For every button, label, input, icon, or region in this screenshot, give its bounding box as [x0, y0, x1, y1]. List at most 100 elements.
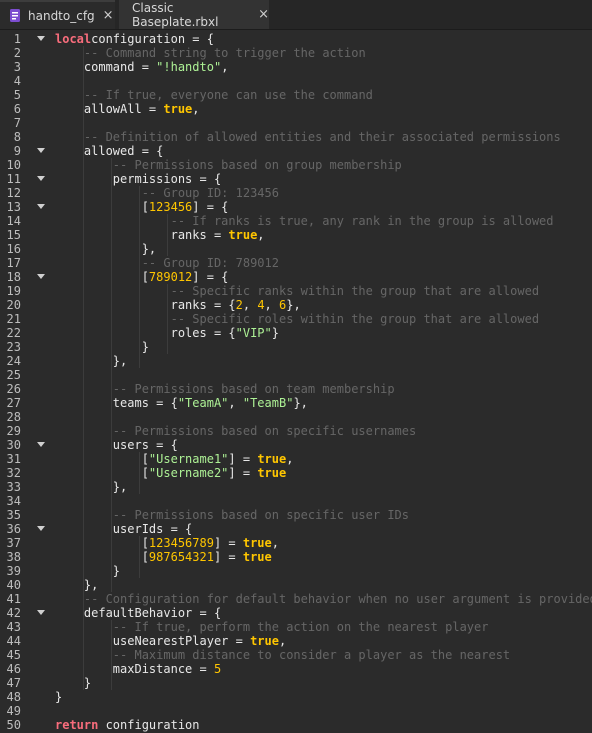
code-line[interactable]: 41 -- Configuration for default behavior…	[0, 592, 592, 606]
code-line[interactable]: 30 users = {	[0, 438, 592, 452]
code-line[interactable]: 36 userIds = {	[0, 522, 592, 536]
code-token: "TeamA"	[177, 396, 229, 410]
code-line[interactable]: 29 -- Permissions based on specific user…	[0, 424, 592, 438]
code-line[interactable]: 18 [789012] = {	[0, 270, 592, 284]
code-line[interactable]: 10 -- Permissions based on group members…	[0, 158, 592, 172]
code-line[interactable]: 32 ["Username2"] = true	[0, 466, 592, 480]
code-token: configuration	[98, 718, 200, 732]
code-token: defaultBehavior = {	[55, 606, 222, 620]
code-text: }	[55, 340, 149, 354]
code-line[interactable]: 16 },	[0, 242, 592, 256]
code-line[interactable]: 49	[0, 704, 592, 718]
code-line[interactable]: 45 -- Maximum distance to consider a pla…	[0, 648, 592, 662]
line-number: 32	[6, 466, 21, 480]
code-line[interactable]: 7	[0, 116, 592, 130]
fold-arrow-icon[interactable]	[37, 610, 45, 615]
code-line[interactable]: 15 ranks = true,	[0, 228, 592, 242]
code-text: [789012] = {	[55, 270, 229, 284]
tab-classic-baseplate[interactable]: Classic Baseplate.rbxl ×	[119, 0, 269, 29]
code-text: }	[55, 676, 91, 690]
code-line[interactable]: 2 -- Command string to trigger the actio…	[0, 46, 592, 60]
code-line[interactable]: 42 defaultBehavior = {	[0, 606, 592, 620]
code-token: 123456	[148, 200, 193, 214]
fold-arrow-icon[interactable]	[37, 176, 45, 181]
code-line[interactable]: 39 }	[0, 564, 592, 578]
code-token: "!handto"	[156, 60, 222, 74]
code-line[interactable]: 11 permissions = {	[0, 172, 592, 186]
code-token: "Username1"	[148, 452, 229, 466]
code-line[interactable]: 23 }	[0, 340, 592, 354]
code-line[interactable]: 34	[0, 494, 592, 508]
code-token: -- If true, everyone can use the command	[83, 88, 373, 102]
code-line[interactable]: 26 -- Permissions based on team membersh…	[0, 382, 592, 396]
fold-arrow-icon[interactable]	[37, 274, 45, 279]
code-line[interactable]: 3 command = "!handto",	[0, 60, 592, 74]
code-line[interactable]: 40 },	[0, 578, 592, 592]
code-token: 789012	[148, 270, 193, 284]
code-line[interactable]: 4	[0, 74, 592, 88]
indent-guide	[83, 46, 84, 690]
code-line[interactable]: 28	[0, 410, 592, 424]
code-line[interactable]: 12 -- Group ID: 123456	[0, 186, 592, 200]
code-line[interactable]: 43 -- If true, perform the action on the…	[0, 620, 592, 634]
fold-arrow-icon[interactable]	[37, 36, 45, 41]
code-line[interactable]: 33 },	[0, 480, 592, 494]
code-line[interactable]: 31 ["Username1"] = true,	[0, 452, 592, 466]
tab-handto-cfg[interactable]: handto_cfg ×	[0, 0, 115, 29]
code-line[interactable]: 46 maxDistance = 5	[0, 662, 592, 676]
code-line[interactable]: 21 -- Specific roles within the group th…	[0, 312, 592, 326]
code-line[interactable]: 19 -- Specific ranks within the group th…	[0, 284, 592, 298]
line-number: 33	[6, 480, 21, 494]
code-line[interactable]: 22 roles = {"VIP"}	[0, 326, 592, 340]
fold-arrow-icon[interactable]	[37, 442, 45, 447]
code-line[interactable]: 27 teams = {"TeamA", "TeamB"},	[0, 396, 592, 410]
code-line[interactable]: 20 ranks = {2, 4, 6},	[0, 298, 592, 312]
code-token: true	[163, 102, 193, 116]
code-line[interactable]: 13 [123456] = {	[0, 200, 592, 214]
code-line[interactable]: 37 [123456789] = true,	[0, 536, 592, 550]
fold-arrow-icon[interactable]	[37, 526, 45, 531]
code-text: -- Group ID: 789012	[55, 256, 279, 270]
fold-arrow-icon[interactable]	[37, 148, 45, 153]
code-token: "TeamB"	[242, 396, 294, 410]
fold-arrow-icon[interactable]	[37, 204, 45, 209]
code-line[interactable]: 25	[0, 368, 592, 382]
code-token: true	[257, 466, 287, 480]
code-text: permissions = {	[55, 172, 221, 186]
close-icon[interactable]: ×	[258, 7, 269, 22]
code-line[interactable]: 14 -- If ranks is true, any rank in the …	[0, 214, 592, 228]
code-line[interactable]: 44 useNearestPlayer = true,	[0, 634, 592, 648]
line-number: 37	[6, 536, 21, 550]
line-number: 1	[13, 32, 21, 46]
code-line[interactable]: 17 -- Group ID: 789012	[0, 256, 592, 270]
code-token: true	[228, 228, 258, 242]
code-line[interactable]: 5 -- If true, everyone can use the comma…	[0, 88, 592, 102]
code-line[interactable]: 48}	[0, 690, 592, 704]
line-number: 31	[6, 452, 21, 466]
code-line[interactable]: 24 },	[0, 354, 592, 368]
code-line[interactable]: 35 -- Permissions based on specific user…	[0, 508, 592, 522]
code-editor[interactable]: 1 localconfiguration = {2 -- Command stri…	[0, 30, 592, 733]
code-token: ,	[286, 452, 294, 466]
code-line[interactable]: 1 localconfiguration = {	[0, 32, 592, 46]
code-text: -- If true, perform the action on the ne…	[55, 620, 489, 634]
tab-label: handto_cfg	[28, 8, 95, 23]
code-line[interactable]: 6 allowAll = true,	[0, 102, 592, 116]
code-text: [123456] = {	[55, 200, 229, 214]
code-line[interactable]: 50 return configuration	[0, 718, 592, 732]
code-line[interactable]: 8 -- Definition of allowed entities and …	[0, 130, 592, 144]
code-line[interactable]: 38 [987654321] = true	[0, 550, 592, 564]
code-token: local	[55, 32, 92, 46]
close-icon[interactable]: ×	[103, 8, 114, 23]
line-number: 29	[6, 424, 21, 438]
code-text: allowed = {	[55, 144, 163, 158]
code-text: ranks = true,	[55, 228, 265, 242]
code-line[interactable]: 9 allowed = {	[0, 144, 592, 158]
code-line[interactable]: 47 }	[0, 676, 592, 690]
code-token: command =	[55, 60, 157, 74]
code-text: -- Command string to trigger the action	[55, 46, 366, 60]
code-token: -- Permissions based on specific user ID…	[112, 508, 410, 522]
